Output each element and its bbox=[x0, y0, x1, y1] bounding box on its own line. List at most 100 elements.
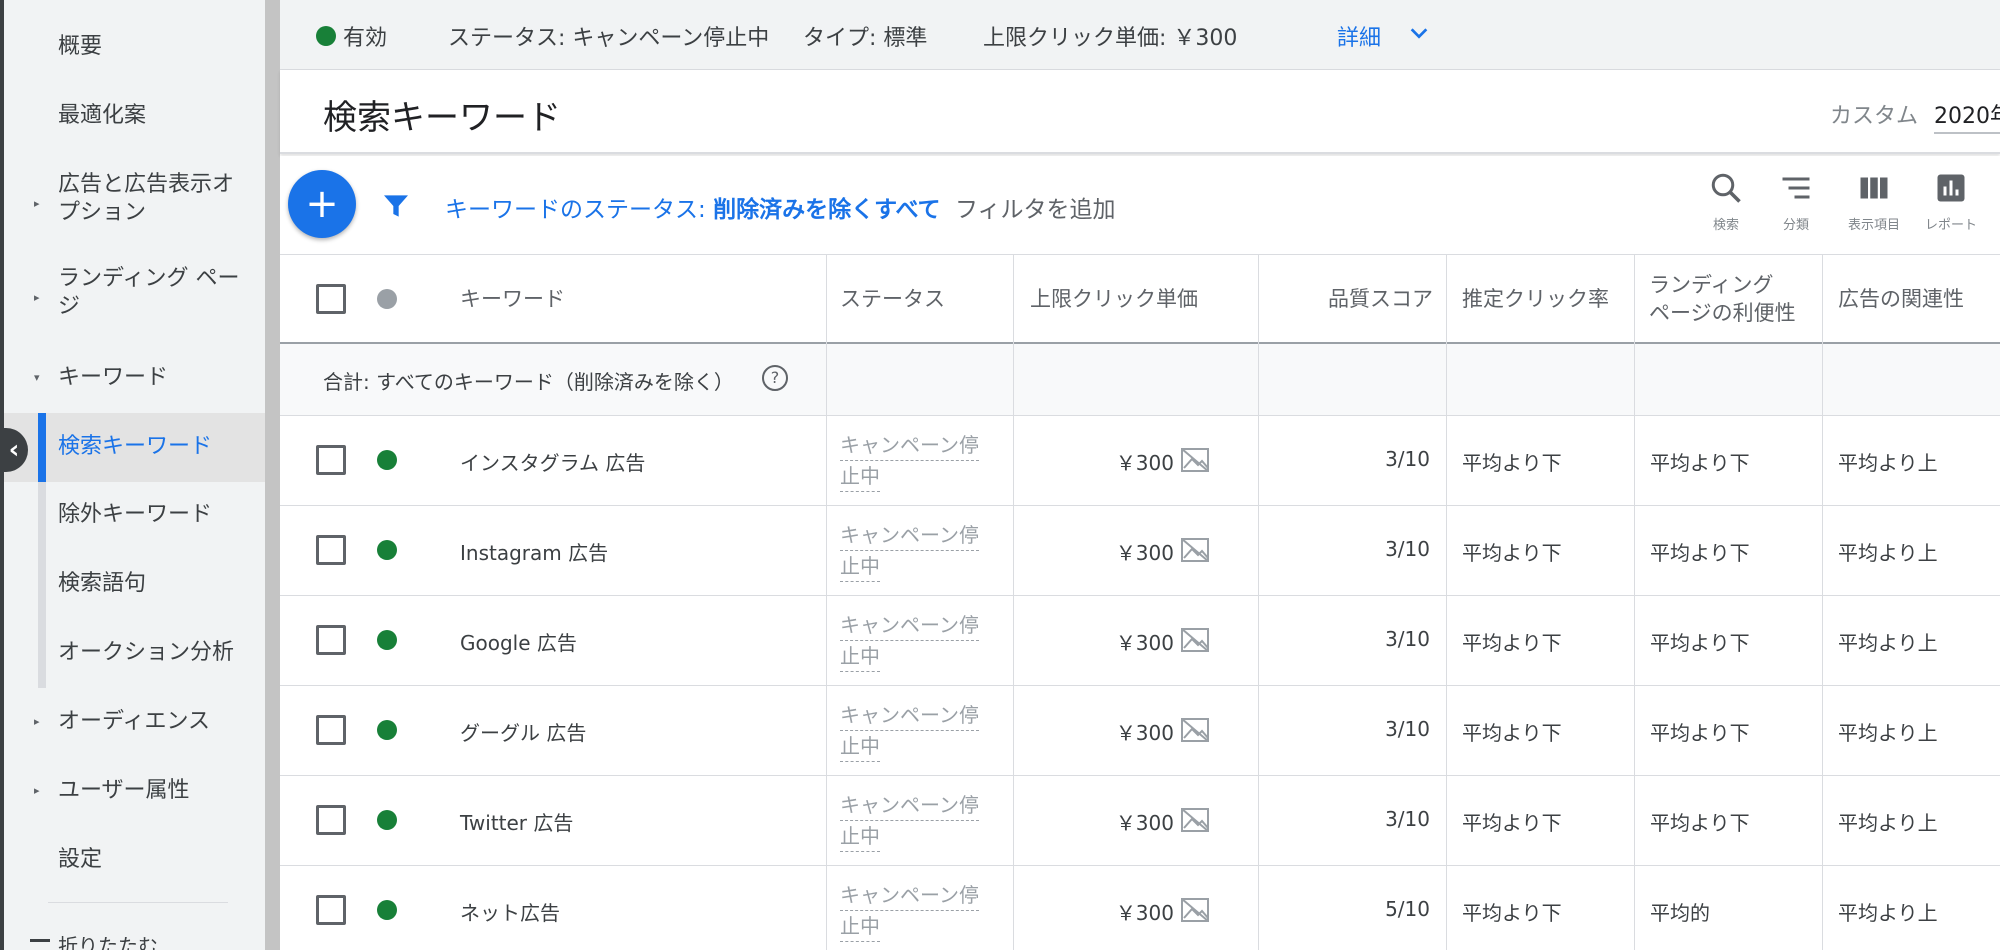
status-cell[interactable]: キャンペーン停 止中 bbox=[840, 610, 979, 672]
filter-value: 削除済みを除くすべて bbox=[713, 197, 941, 223]
row-checkbox[interactable] bbox=[316, 895, 346, 925]
column-header-max-cpc[interactable]: 上限クリック単価 bbox=[1030, 255, 1198, 343]
quality-score-cell: 3/10 bbox=[1385, 807, 1430, 831]
sidebar-item-audiences[interactable]: ▸ オーディエンス bbox=[4, 700, 265, 744]
sidebar-item-overview[interactable]: 概要 bbox=[4, 25, 265, 69]
details-link[interactable]: 詳細 bbox=[1337, 20, 1381, 52]
status-text-line2: 止中 bbox=[840, 461, 880, 492]
sidebar-scrollbar[interactable] bbox=[265, 0, 280, 950]
row-checkbox[interactable] bbox=[316, 445, 346, 475]
segment-button[interactable]: 分類 bbox=[1756, 170, 1836, 244]
max-cpc-cell[interactable]: ￥300 bbox=[1114, 717, 1174, 746]
row-checkbox[interactable] bbox=[316, 715, 346, 745]
sidebar-collapse-button[interactable]: 折りたたむ bbox=[4, 928, 265, 950]
table-row[interactable]: グーグル 広告 キャンペーン停 止中 ￥300 3/10 平均より下 平均より下 平均より上 bbox=[280, 686, 2000, 776]
status-text-line2: 止中 bbox=[840, 821, 880, 852]
row-checkbox[interactable] bbox=[316, 535, 346, 565]
page-title: 検索キーワード bbox=[323, 98, 561, 138]
status-text-line1: キャンペーン停 bbox=[840, 520, 979, 551]
status-cell[interactable]: キャンペーン停 止中 bbox=[840, 790, 979, 852]
add-keyword-button[interactable]: + bbox=[288, 170, 356, 238]
keyword-cell[interactable]: Instagram 広告 bbox=[460, 537, 608, 566]
sidebar-divider bbox=[48, 902, 228, 903]
keyword-cell[interactable]: Twitter 広告 bbox=[460, 807, 573, 836]
max-cpc-cell[interactable]: ￥300 bbox=[1114, 447, 1174, 476]
column-divider bbox=[1258, 254, 1259, 950]
keyword-cell[interactable]: Google 広告 bbox=[460, 627, 577, 656]
column-header-keyword[interactable]: キーワード bbox=[460, 255, 565, 343]
date-range-picker[interactable]: 2020年 bbox=[1934, 98, 2000, 130]
sidebar-item-keywords[interactable]: ▾ キーワード bbox=[4, 356, 265, 400]
enabled-status-dot bbox=[377, 540, 397, 560]
enabled-status-dot bbox=[377, 630, 397, 650]
keyword-cell[interactable]: インスタグラム 広告 bbox=[460, 447, 645, 476]
table-row[interactable]: ネット広告 キャンペーン停 止中 ￥300 5/10 平均より下 平均的 平均より上 bbox=[280, 866, 2000, 950]
landing-page-cell: 平均的 bbox=[1650, 901, 1710, 925]
sidebar-item-settings[interactable]: 設定 bbox=[4, 838, 265, 882]
column-divider bbox=[1822, 254, 1823, 950]
keyword-cell[interactable]: グーグル 広告 bbox=[460, 717, 586, 746]
search-button[interactable]: 検索 bbox=[1686, 170, 1766, 244]
sidebar-item-demographics[interactable]: ▸ ユーザー属性 bbox=[4, 769, 265, 813]
report-button[interactable]: レポート bbox=[1911, 170, 1991, 244]
sidebar-item-negative-keywords[interactable]: 除外キーワード bbox=[4, 493, 265, 537]
status-cell[interactable]: キャンペーン停 止中 bbox=[840, 880, 979, 942]
column-header-status[interactable]: ステータス bbox=[840, 255, 945, 343]
row-checkbox[interactable] bbox=[316, 625, 346, 655]
sidebar-item-label: キーワード bbox=[58, 365, 169, 390]
columns-button[interactable]: 表示項目 bbox=[1834, 170, 1914, 244]
column-header-landing-page-experience[interactable]: ランディング ページの利便性 bbox=[1649, 255, 1796, 343]
column-header-expected-ctr[interactable]: 推定クリック率 bbox=[1462, 255, 1609, 343]
max-cpc-cell[interactable]: ￥300 bbox=[1114, 627, 1174, 656]
total-row: 合計: すべてのキーワード（削除済みを除く） ? bbox=[280, 344, 2000, 416]
max-cpc-cell[interactable]: ￥300 bbox=[1114, 897, 1174, 926]
help-icon[interactable]: ? bbox=[762, 365, 788, 391]
columns-button-label: 表示項目 bbox=[1847, 218, 1900, 233]
status-cell[interactable]: キャンペーン停 止中 bbox=[840, 520, 979, 582]
sidebar-item-label: 最適化案 bbox=[58, 103, 147, 128]
active-indicator bbox=[38, 413, 46, 482]
column-header-ad-relevance[interactable]: 広告の関連性 bbox=[1838, 255, 1964, 343]
sidebar-item-auction-insights[interactable]: オークション分析 bbox=[4, 631, 265, 675]
bid-strategy-icon bbox=[1181, 448, 1209, 472]
keyword-cell[interactable]: ネット広告 bbox=[460, 897, 560, 926]
table-row[interactable]: Instagram 広告 キャンペーン停 止中 ￥300 3/10 平均より下 平均より下 平… bbox=[280, 506, 2000, 596]
table-row[interactable]: Twitter 広告 キャンペーン停 止中 ￥300 3/10 平均より下 平均より下 平均よ… bbox=[280, 776, 2000, 866]
filter-icon[interactable] bbox=[380, 190, 412, 222]
status-cell[interactable]: キャンペーン停 止中 bbox=[840, 430, 979, 492]
bid-strategy-icon bbox=[1181, 538, 1209, 562]
quality-score-cell: 3/10 bbox=[1385, 717, 1430, 741]
date-range-label: カスタム bbox=[1830, 104, 1919, 129]
table-toolbar: + キーワードのステータス: 削除済みを除くすべて フィルタを追加 検索 分類 … bbox=[280, 156, 2000, 254]
status-text-line2: 止中 bbox=[840, 911, 880, 942]
select-all-checkbox[interactable] bbox=[316, 284, 346, 314]
ad-relevance-cell: 平均より上 bbox=[1838, 541, 1938, 565]
status-text-line1: キャンペーン停 bbox=[840, 610, 979, 641]
date-range-underline bbox=[1934, 132, 2000, 134]
sidebar-item-landing-pages[interactable]: ▸ ランディング ペー ジ bbox=[4, 264, 265, 324]
column-header-quality-score[interactable]: 品質スコア bbox=[1328, 255, 1433, 343]
enabled-status-dot bbox=[316, 26, 336, 46]
add-filter-button[interactable]: フィルタを追加 bbox=[955, 190, 1116, 224]
keyword-status-filter[interactable]: キーワードのステータス: 削除済みを除くすべて bbox=[445, 190, 941, 224]
enabled-status-dot bbox=[377, 720, 397, 740]
status-text-line1: キャンペーン停 bbox=[840, 880, 979, 911]
ad-relevance-cell: 平均より上 bbox=[1838, 811, 1938, 835]
sidebar-item-recommendations[interactable]: 最適化案 bbox=[4, 94, 265, 138]
table-row[interactable]: Google 広告 キャンペーン停 止中 ￥300 3/10 平均より下 平均より下 平均より… bbox=[280, 596, 2000, 686]
sidebar-item-search-terms[interactable]: 検索語句 bbox=[4, 562, 265, 606]
status-header-dot bbox=[377, 289, 397, 309]
expected-ctr-cell: 平均より下 bbox=[1462, 901, 1562, 925]
campaign-status-bar: 有効 ステータス: キャンペーン停止中 タイプ: 標準 上限クリック単価: ￥3… bbox=[280, 0, 2000, 70]
chevron-down-icon[interactable] bbox=[1408, 22, 1430, 44]
caret-right-icon: ▸ bbox=[34, 197, 40, 210]
sidebar-nav: 概要 最適化案 ▸ 広告と広告表示オ プション ▸ ランディング ペー ジ ▾ … bbox=[4, 0, 265, 950]
max-cpc-cell[interactable]: ￥300 bbox=[1114, 807, 1174, 836]
bid-strategy-icon bbox=[1181, 718, 1209, 742]
table-row[interactable]: インスタグラム 広告 キャンペーン停 止中 ￥300 3/10 平均より下 平均より下 平均よ… bbox=[280, 416, 2000, 506]
status-cell[interactable]: キャンペーン停 止中 bbox=[840, 700, 979, 762]
max-cpc-cell[interactable]: ￥300 bbox=[1114, 537, 1174, 566]
row-checkbox[interactable] bbox=[316, 805, 346, 835]
sidebar-item-ads-extensions[interactable]: ▸ 広告と広告表示オ プション bbox=[4, 170, 265, 230]
landing-page-cell: 平均より下 bbox=[1650, 541, 1750, 565]
